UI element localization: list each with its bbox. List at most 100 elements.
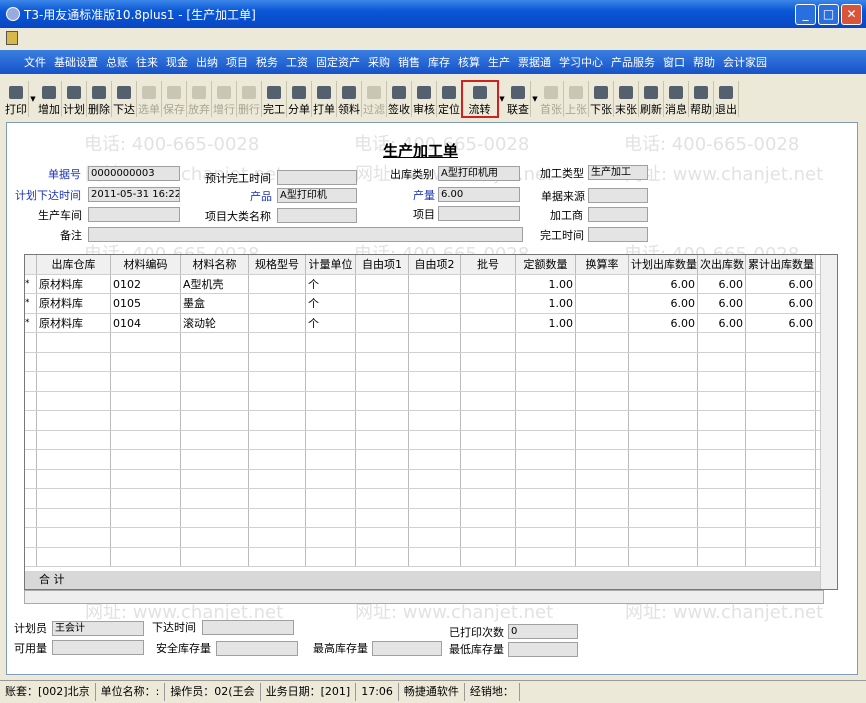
column-header[interactable]: 批号 bbox=[461, 255, 516, 274]
grid-cell[interactable] bbox=[356, 489, 409, 508]
toolbar-button-1[interactable]: 增加 bbox=[37, 81, 62, 117]
grid-cell[interactable] bbox=[746, 333, 816, 352]
planner-field[interactable]: 王会计 bbox=[52, 621, 144, 636]
grid-cell[interactable] bbox=[181, 547, 249, 566]
toolbar-button-22[interactable]: 下张 bbox=[589, 81, 614, 117]
grid-cell[interactable] bbox=[576, 469, 629, 488]
grid-cell[interactable] bbox=[629, 372, 698, 391]
avail-field[interactable] bbox=[52, 640, 144, 655]
grid-cell[interactable] bbox=[37, 430, 111, 449]
grid-cell[interactable] bbox=[461, 352, 516, 371]
grid-cell[interactable] bbox=[111, 391, 181, 410]
menu-item[interactable]: 税务 bbox=[252, 54, 282, 70]
grid-cell[interactable] bbox=[111, 352, 181, 371]
toolbar-button-27[interactable]: 退出 bbox=[714, 81, 739, 117]
grid-cell[interactable]: 1.00 bbox=[516, 313, 576, 332]
grid-cell[interactable] bbox=[461, 313, 516, 332]
grid-cell[interactable] bbox=[746, 547, 816, 566]
grid-cell[interactable]: A型机壳 bbox=[181, 274, 249, 293]
grid-cell[interactable] bbox=[409, 528, 461, 547]
grid-cell[interactable]: 0102 bbox=[111, 274, 181, 293]
grid-cell[interactable] bbox=[698, 333, 746, 352]
grid-cell[interactable] bbox=[746, 508, 816, 527]
grid-cell[interactable] bbox=[37, 372, 111, 391]
menu-item[interactable]: 文件 bbox=[20, 54, 50, 70]
grid-cell[interactable] bbox=[516, 352, 576, 371]
column-header[interactable]: 自由项2 bbox=[409, 255, 461, 274]
grid-cell[interactable]: 6.00 bbox=[629, 274, 698, 293]
table-row[interactable] bbox=[25, 411, 837, 431]
grid-cell[interactable] bbox=[409, 547, 461, 566]
grid-cell[interactable] bbox=[111, 450, 181, 469]
processor-field[interactable] bbox=[588, 207, 648, 222]
grid-cell[interactable]: 滚动轮 bbox=[181, 313, 249, 332]
column-header[interactable]: 材料编码 bbox=[111, 255, 181, 274]
toolbar-button-7[interactable]: 放弃 bbox=[187, 81, 212, 117]
grid-cell[interactable] bbox=[181, 528, 249, 547]
grid-cell[interactable] bbox=[746, 430, 816, 449]
plan-time-field[interactable]: 2011-05-31 16:22 bbox=[88, 187, 180, 202]
toolbar-button-20[interactable]: 首张 bbox=[539, 81, 564, 117]
grid-cell[interactable] bbox=[629, 469, 698, 488]
grid-cell[interactable] bbox=[409, 450, 461, 469]
grid-cell[interactable] bbox=[249, 430, 306, 449]
toolbar-button-8[interactable]: 增行 bbox=[212, 81, 237, 117]
grid-cell[interactable] bbox=[306, 508, 356, 527]
grid-cell[interactable] bbox=[576, 352, 629, 371]
grid-cell[interactable] bbox=[629, 333, 698, 352]
grid-cell[interactable] bbox=[249, 508, 306, 527]
grid-cell[interactable] bbox=[37, 528, 111, 547]
menu-item[interactable]: 产品服务 bbox=[607, 54, 659, 70]
grid-cell[interactable] bbox=[249, 528, 306, 547]
grid-cell[interactable]: 1.00 bbox=[516, 294, 576, 313]
grid-cell[interactable] bbox=[629, 411, 698, 430]
toolbar-button-5[interactable]: 选单 bbox=[137, 81, 162, 117]
grid-cell[interactable] bbox=[409, 391, 461, 410]
toolbar-button-16[interactable]: 审核 bbox=[412, 81, 437, 117]
toolbar-button-3[interactable]: 删除 bbox=[87, 81, 112, 117]
grid-cell[interactable]: 0105 bbox=[111, 294, 181, 313]
document-icon[interactable] bbox=[6, 31, 18, 45]
grid-cell[interactable] bbox=[698, 469, 746, 488]
grid-cell[interactable] bbox=[249, 294, 306, 313]
grid-cell[interactable] bbox=[37, 333, 111, 352]
close-button[interactable]: ✕ bbox=[841, 4, 862, 25]
grid-cell[interactable] bbox=[181, 469, 249, 488]
grid-cell[interactable] bbox=[576, 547, 629, 566]
grid-cell[interactable] bbox=[111, 411, 181, 430]
column-header[interactable]: 材料名称 bbox=[181, 255, 249, 274]
table-row[interactable]: * 原材料库 0105 墨盒个 1.00 6.00 6.00 6.00 bbox=[25, 294, 837, 314]
dropdown-arrow-icon[interactable]: ▼ bbox=[498, 95, 506, 103]
grid-cell[interactable] bbox=[37, 489, 111, 508]
column-header[interactable]: 累计出库数量 bbox=[746, 255, 816, 274]
grid-cell[interactable] bbox=[37, 508, 111, 527]
vertical-scrollbar[interactable] bbox=[820, 255, 837, 589]
table-row[interactable] bbox=[25, 508, 837, 528]
grid-cell[interactable] bbox=[249, 313, 306, 332]
toolbar-button-23[interactable]: 末张 bbox=[614, 81, 639, 117]
minimize-button[interactable]: _ bbox=[795, 4, 816, 25]
source-field[interactable] bbox=[588, 188, 648, 203]
toolbar-button-25[interactable]: 消息 bbox=[664, 81, 689, 117]
menu-item[interactable]: 总账 bbox=[102, 54, 132, 70]
grid-cell[interactable]: 6.00 bbox=[698, 294, 746, 313]
toolbar-button-18[interactable]: 流转 bbox=[461, 80, 499, 118]
grid-cell[interactable] bbox=[249, 372, 306, 391]
grid-cell[interactable] bbox=[746, 450, 816, 469]
table-row[interactable] bbox=[25, 547, 837, 567]
grid-cell[interactable]: 6.00 bbox=[629, 313, 698, 332]
grid-cell[interactable] bbox=[629, 391, 698, 410]
grid-cell[interactable] bbox=[181, 508, 249, 527]
grid-cell[interactable] bbox=[698, 430, 746, 449]
table-row[interactable] bbox=[25, 352, 837, 372]
grid-cell[interactable] bbox=[37, 411, 111, 430]
toolbar-button-26[interactable]: 帮助 bbox=[689, 81, 714, 117]
table-row[interactable] bbox=[25, 372, 837, 392]
grid-cell[interactable] bbox=[356, 333, 409, 352]
grid-cell[interactable] bbox=[461, 333, 516, 352]
grid-cell[interactable] bbox=[356, 294, 409, 313]
grid-cell[interactable] bbox=[181, 450, 249, 469]
qty-field[interactable]: 6.00 bbox=[438, 187, 520, 202]
grid-cell[interactable]: 原材料库 bbox=[37, 313, 111, 332]
grid-cell[interactable] bbox=[306, 450, 356, 469]
